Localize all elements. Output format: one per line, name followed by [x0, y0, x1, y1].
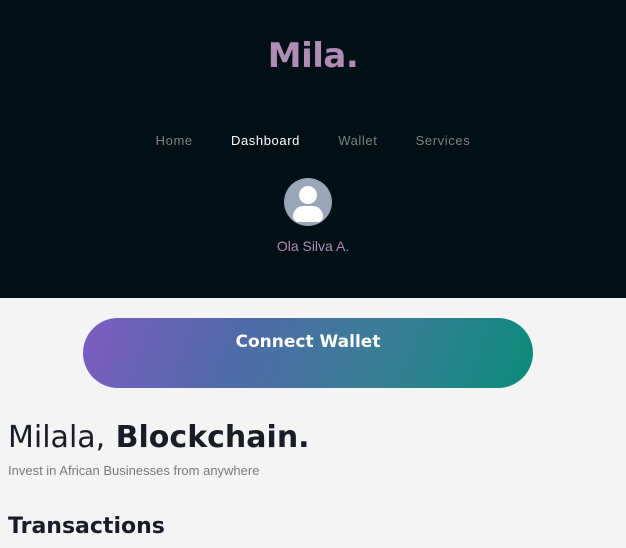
connect-wallet-button[interactable]: Connect Wallet	[83, 318, 533, 388]
transactions-heading: Transactions	[8, 514, 165, 539]
brand-logo[interactable]: Mila.	[0, 36, 626, 76]
hero-title-bold: Blockchain.	[115, 420, 310, 455]
avatar-head-shape	[299, 186, 317, 204]
user-name: Ola Silva A.	[276, 238, 350, 254]
nav-item-services[interactable]: Services	[416, 133, 471, 148]
hero-title: Milala, Blockchain.	[8, 420, 310, 455]
top-header: Mila. Home Dashboard Wallet Services Ola…	[0, 0, 626, 298]
hero-title-light: Milala,	[8, 420, 106, 455]
nav-item-home[interactable]: Home	[156, 133, 193, 148]
main-nav: Home Dashboard Wallet Services	[0, 133, 626, 148]
nav-item-wallet[interactable]: Wallet	[338, 133, 377, 148]
avatar-body-shape	[293, 206, 323, 222]
nav-item-dashboard[interactable]: Dashboard	[231, 133, 300, 148]
user-avatar-icon[interactable]	[284, 178, 332, 226]
hero-subtitle: Invest in African Businesses from anywhe…	[8, 463, 260, 478]
